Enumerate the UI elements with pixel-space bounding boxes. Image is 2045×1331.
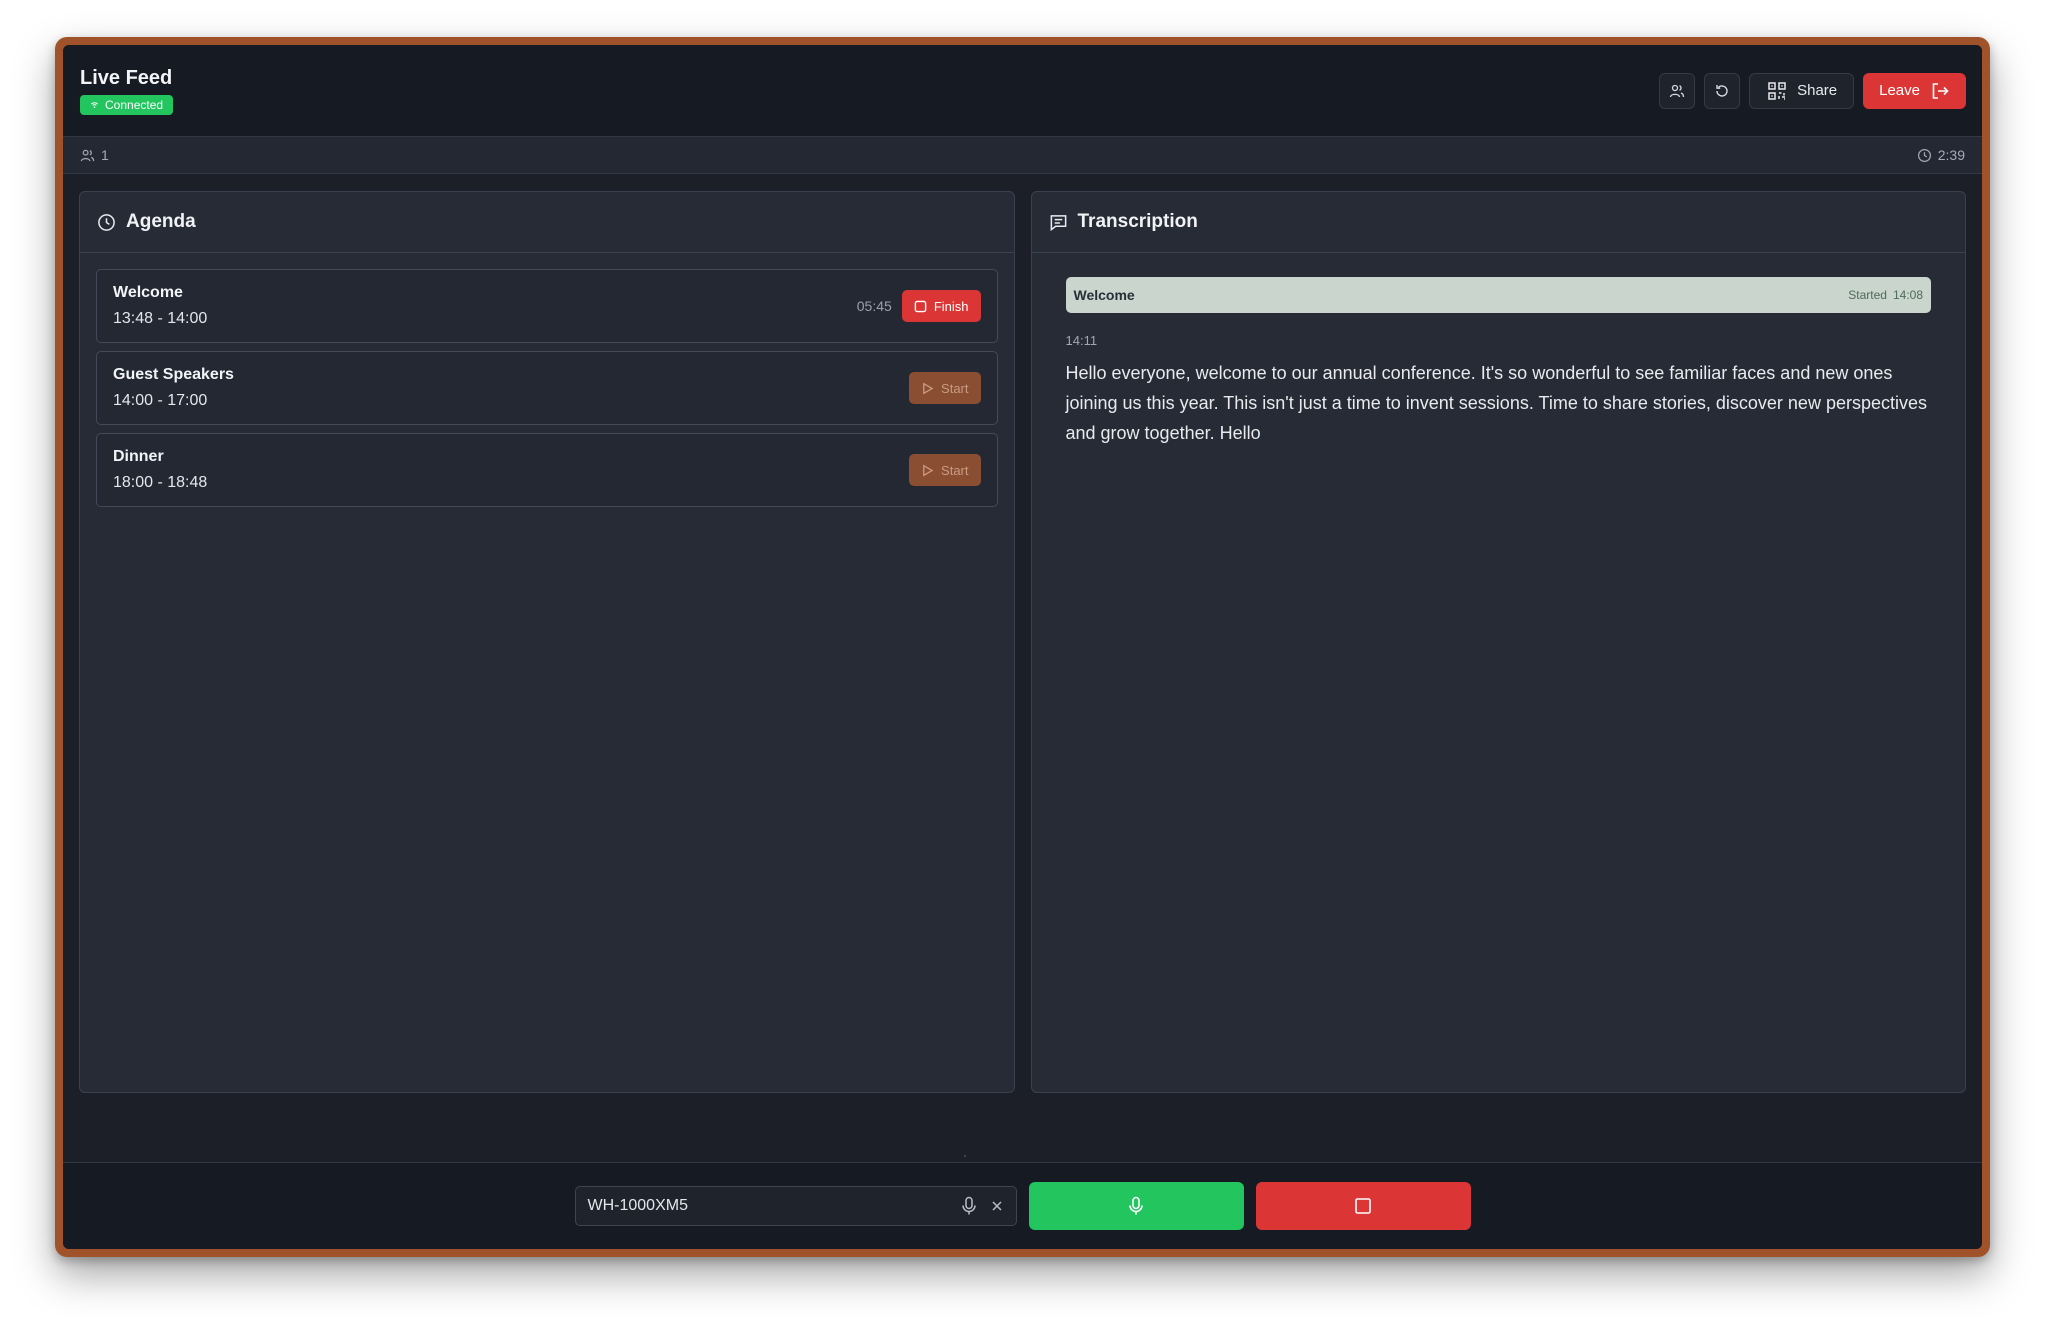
segment-time: 14:08 xyxy=(1892,288,1923,302)
record-button[interactable] xyxy=(1028,1182,1244,1230)
agenda-item-actions: Start xyxy=(909,454,981,486)
device-name: WH-1000XM5 xyxy=(587,1197,688,1214)
agenda-item-info: Guest Speakers 14:00 - 17:00 xyxy=(113,366,234,410)
audio-device-select[interactable]: WH-1000XM5 xyxy=(574,1186,1017,1226)
main-content: Agenda Welcome 13:48 - 14:00 05:45 Finis… xyxy=(79,191,1966,1093)
entry-timestamp: 14:11 xyxy=(1065,333,1098,348)
segment-title: Welcome xyxy=(1073,287,1135,303)
segment-status: Started xyxy=(1848,288,1887,302)
recording-controls: WH-1000XM5 xyxy=(63,1162,1982,1249)
microphone-icon xyxy=(961,1196,976,1215)
transcription-panel: Transcription Welcome Started 14:08 14:1… xyxy=(1030,191,1966,1093)
refresh-icon xyxy=(1716,84,1728,97)
divider-dot xyxy=(964,1155,966,1157)
status-label: Connected xyxy=(105,97,164,112)
transcription-title: Transcription xyxy=(1077,211,1198,232)
participants-button[interactable] xyxy=(1659,72,1696,109)
users-icon xyxy=(1669,84,1685,97)
agenda-list: Welcome 13:48 - 14:00 05:45 Finish Guest… xyxy=(80,253,1014,523)
agenda-panel: Agenda Welcome 13:48 - 14:00 05:45 Finis… xyxy=(79,191,1015,1093)
status-badge: Connected xyxy=(80,94,174,115)
agenda-item-name: Welcome xyxy=(113,284,183,301)
agenda-item-info: Dinner 18:00 - 18:48 xyxy=(113,448,207,492)
leave-button[interactable]: Leave xyxy=(1863,72,1966,109)
agenda-item: Welcome 13:48 - 14:00 05:45 Finish xyxy=(96,269,998,343)
session-timer: 2:39 xyxy=(1917,147,1965,163)
header: Live Feed Connected Share Leave xyxy=(63,45,1982,137)
agenda-item-info: Welcome 13:48 - 14:00 xyxy=(113,284,207,328)
transcription-header: Transcription xyxy=(1031,192,1965,253)
session-timer-value: 2:39 xyxy=(1937,147,1965,163)
play-icon xyxy=(923,464,934,476)
start-button[interactable]: Start xyxy=(909,454,981,486)
device-icons xyxy=(960,1196,1004,1216)
share-label: Share xyxy=(1797,82,1838,99)
play-icon xyxy=(923,382,934,394)
clear-icon[interactable] xyxy=(990,1199,1004,1213)
agenda-item-actions: Start xyxy=(909,372,981,404)
agenda-header: Agenda xyxy=(80,192,1014,253)
agenda-item-time: 14:00 - 17:00 xyxy=(113,392,208,409)
page-title: Live Feed xyxy=(80,66,173,89)
agenda-item-elapsed: 05:45 xyxy=(856,298,892,314)
start-label: Start xyxy=(941,462,969,478)
stop-button[interactable] xyxy=(1255,1182,1471,1230)
clock-icon xyxy=(1917,148,1931,162)
app-window: Live Feed Connected Share Leave 1 2:39 A… xyxy=(63,45,1982,1249)
agenda-item-name: Guest Speakers xyxy=(113,366,234,383)
share-button[interactable]: Share xyxy=(1749,72,1855,109)
stop-icon xyxy=(1355,1198,1371,1214)
start-button[interactable]: Start xyxy=(909,372,981,404)
message-icon xyxy=(1050,214,1066,231)
start-label: Start xyxy=(941,380,969,396)
participant-count-value: 1 xyxy=(101,147,109,163)
header-actions: Share Leave xyxy=(1659,72,1966,109)
agenda-item-time: 13:48 - 14:00 xyxy=(113,310,208,327)
finish-button[interactable]: Finish xyxy=(901,290,981,322)
participant-count: 1 xyxy=(80,147,109,163)
agenda-item: Guest Speakers 14:00 - 17:00 Start xyxy=(96,351,998,425)
status-bar: 1 2:39 xyxy=(63,137,1982,174)
transcript-body: Welcome Started 14:08 14:11 Hello everyo… xyxy=(1032,253,1966,472)
microphone-icon xyxy=(1129,1196,1143,1215)
agenda-item: Dinner 18:00 - 18:48 Start xyxy=(96,433,998,507)
leave-label: Leave xyxy=(1879,82,1920,99)
title-group: Live Feed Connected xyxy=(80,66,174,115)
qr-code-icon xyxy=(1768,81,1786,100)
refresh-button[interactable] xyxy=(1704,72,1741,109)
segment-meta: Started 14:08 xyxy=(1848,288,1923,302)
agenda-item-name: Dinner xyxy=(113,448,164,465)
window-frame: Live Feed Connected Share Leave 1 2:39 A… xyxy=(55,37,1990,1257)
finish-label: Finish xyxy=(933,298,969,314)
wifi-icon xyxy=(90,102,99,109)
agenda-item-time: 18:00 - 18:48 xyxy=(113,474,208,491)
stop-icon xyxy=(914,300,927,312)
agenda-title: Agenda xyxy=(126,211,196,232)
clock-icon xyxy=(98,213,115,231)
users-icon xyxy=(80,149,95,161)
segment-header[interactable]: Welcome Started 14:08 xyxy=(1065,277,1931,313)
exit-icon xyxy=(1932,82,1949,99)
entry-text: Hello everyone, welcome to our annual co… xyxy=(1065,363,1928,443)
agenda-item-actions: 05:45 Finish xyxy=(857,290,981,322)
